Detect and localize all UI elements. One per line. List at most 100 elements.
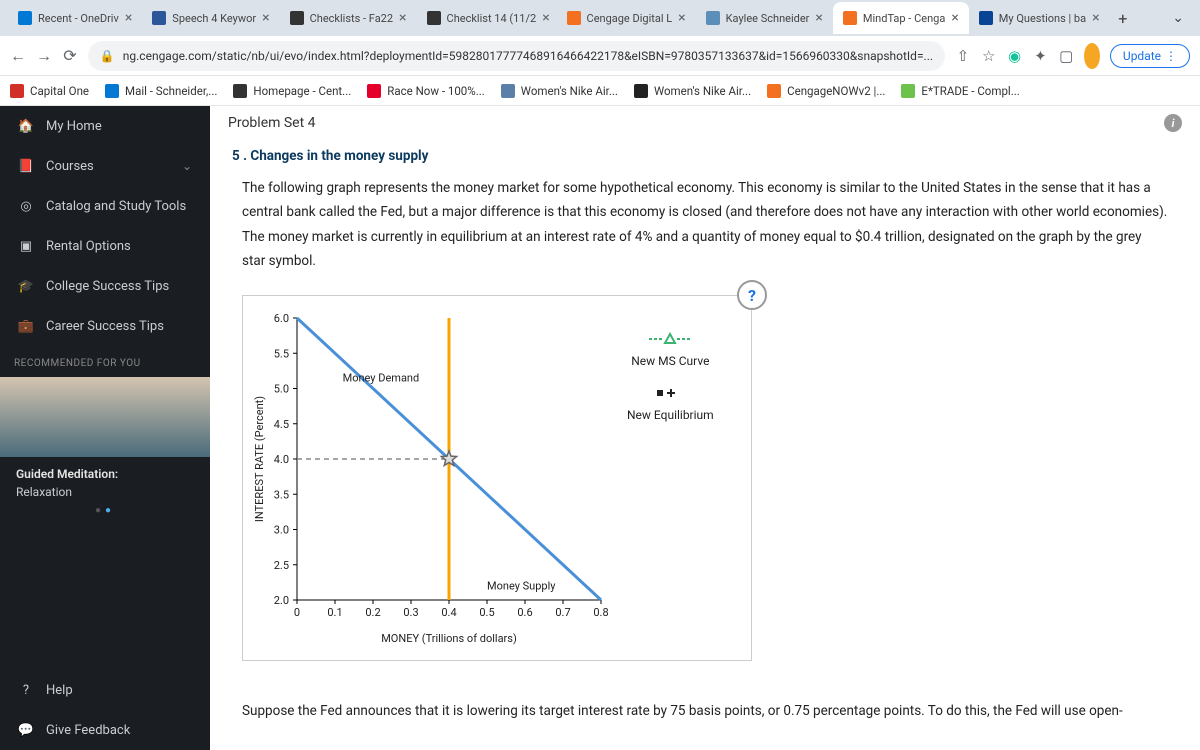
browser-tab-active[interactable]: MindTap - Cenga×: [833, 2, 969, 34]
bookmark-item[interactable]: Homepage - Cent...: [233, 84, 351, 98]
close-icon[interactable]: ×: [399, 10, 406, 26]
app-container: 🏠My Home 📕Courses⌄ ◎Catalog and Study To…: [0, 106, 1200, 750]
svg-text:3.0: 3.0: [274, 524, 289, 537]
bookmark-item[interactable]: Women's Nike Air...: [634, 84, 751, 98]
svg-text:INTEREST RATE (Percent): INTEREST RATE (Percent): [253, 396, 266, 522]
svg-text:0.2: 0.2: [365, 606, 380, 619]
question-body: The following graph represents the money…: [210, 176, 1200, 273]
svg-text:0.6: 0.6: [517, 606, 532, 619]
update-button[interactable]: Update⋮: [1110, 44, 1190, 68]
svg-text:0.8: 0.8: [593, 606, 608, 619]
svg-text:4.0: 4.0: [274, 453, 289, 466]
browser-tab[interactable]: Recent - OneDriv×: [8, 2, 142, 34]
bookmark-item[interactable]: Women's Nike Air...: [501, 84, 618, 98]
browser-tab[interactable]: My Questions | ba×: [969, 2, 1109, 34]
content-header: Problem Set 4 i: [210, 106, 1200, 142]
close-icon[interactable]: ×: [678, 10, 685, 26]
bookmark-bar: Capital One Mail - Schneider,... Homepag…: [0, 76, 1200, 106]
close-icon[interactable]: ×: [951, 10, 958, 26]
new-tab-button[interactable]: +: [1109, 4, 1137, 32]
svg-text:3.5: 3.5: [274, 488, 289, 501]
reload-button[interactable]: ⟳: [62, 43, 78, 69]
bookmark-item[interactable]: Mail - Schneider,...: [105, 84, 217, 98]
sidebar-item-feedback[interactable]: 💬Give Feedback: [0, 710, 210, 750]
extension-icon[interactable]: ✦: [1032, 43, 1048, 69]
url-bar[interactable]: 🔒 ng.cengage.com/static/nb/ui/evo/index.…: [88, 41, 945, 71]
close-icon[interactable]: ×: [542, 10, 549, 26]
browser-toolbar: ← → ⟳ 🔒 ng.cengage.com/static/nb/ui/evo/…: [0, 36, 1200, 76]
svg-text:0: 0: [294, 606, 300, 619]
close-icon[interactable]: ×: [125, 10, 132, 26]
feedback-icon: 💬: [18, 722, 34, 738]
carousel-dots[interactable]: ●●: [0, 499, 210, 522]
svg-text:0.4: 0.4: [441, 606, 456, 619]
tab-overflow-icon[interactable]: ⌄: [1164, 10, 1192, 26]
browser-tab-strip: Recent - OneDriv× Speech 4 Keywor× Check…: [0, 0, 1200, 36]
svg-text:0.5: 0.5: [479, 606, 494, 619]
home-icon: 🏠: [18, 118, 34, 134]
bookmark-item[interactable]: Capital One: [10, 84, 89, 98]
browser-tab[interactable]: Kaylee Schneider×: [696, 2, 833, 34]
legend-ms-curve[interactable]: New MS Curve: [627, 328, 714, 368]
chart-container: ? 2.02.53.03.54.04.55.05.56.000.10.20.30…: [242, 295, 752, 661]
svg-text:0.7: 0.7: [555, 606, 570, 619]
close-icon[interactable]: ×: [815, 10, 822, 26]
svg-text:5.5: 5.5: [274, 347, 289, 360]
book-icon: 📕: [18, 158, 34, 174]
back-button[interactable]: ←: [10, 43, 26, 69]
share-icon[interactable]: ⇧: [955, 43, 971, 69]
recommendation-subtitle: Relaxation: [0, 485, 210, 499]
svg-text:2.5: 2.5: [274, 559, 289, 572]
graduation-icon: 🎓: [18, 278, 34, 294]
svg-text:5.0: 5.0: [274, 383, 289, 396]
help-icon: ?: [18, 682, 34, 698]
sidebar-item-rental[interactable]: ▣Rental Options: [0, 226, 210, 266]
browser-tab[interactable]: Cengage Digital L×: [557, 2, 696, 34]
profile-icon[interactable]: [1084, 43, 1100, 69]
compass-icon: ◎: [18, 198, 34, 214]
recommendation-card[interactable]: Guided Meditation: Relaxation ●●: [0, 377, 210, 534]
sidebar-item-college-tips[interactable]: 🎓College Success Tips: [0, 266, 210, 306]
info-icon[interactable]: i: [1164, 114, 1182, 132]
sidebar-item-career-tips[interactable]: 💼Career Success Tips: [0, 306, 210, 346]
legend-equilibrium[interactable]: New Equilibrium: [627, 382, 714, 422]
recommendation-image: [0, 377, 210, 457]
main-content: Problem Set 4 i 5 . Changes in the money…: [210, 106, 1200, 750]
recommended-heading: RECOMMENDED FOR YOU: [0, 346, 210, 377]
bookmark-item[interactable]: CengageNOWv2 |...: [767, 84, 885, 98]
sidebar: 🏠My Home 📕Courses⌄ ◎Catalog and Study To…: [0, 106, 210, 750]
sidebar-item-courses[interactable]: 📕Courses⌄: [0, 146, 210, 186]
svg-text:4.5: 4.5: [274, 418, 289, 431]
problem-set-label: Problem Set 4: [228, 115, 316, 131]
grammarly-icon[interactable]: ◉: [1007, 43, 1023, 69]
forward-button[interactable]: →: [36, 43, 52, 69]
browser-tab[interactable]: Checklist 14 (11/2×: [417, 2, 557, 34]
url-text: ng.cengage.com/static/nb/ui/evo/index.ht…: [123, 49, 933, 63]
chart-help-button[interactable]: ?: [737, 280, 767, 310]
sidebar-item-help[interactable]: ?Help: [0, 670, 210, 710]
bookmark-item[interactable]: E*TRADE - Compl...: [901, 84, 1019, 98]
lock-icon: 🔒: [100, 49, 115, 63]
svg-text:Money Demand: Money Demand: [343, 372, 420, 385]
browser-tab[interactable]: Checklists - Fa22×: [280, 2, 417, 34]
chevron-down-icon: ⌄: [182, 159, 192, 173]
question-continued: Suppose the Fed announces that it is low…: [210, 683, 1200, 723]
box-icon: ▣: [18, 238, 34, 254]
sidebar-item-catalog[interactable]: ◎Catalog and Study Tools: [0, 186, 210, 226]
recommendation-title: Guided Meditation:: [0, 457, 210, 485]
svg-text:Money Supply: Money Supply: [487, 580, 556, 593]
star-icon[interactable]: ☆: [981, 43, 997, 69]
question-title: 5 . Changes in the money supply: [210, 142, 1200, 176]
svg-text:6.0: 6.0: [274, 312, 289, 325]
reader-icon[interactable]: ▢: [1058, 43, 1074, 69]
svg-text:MONEY (Trillions of dollars): MONEY (Trillions of dollars): [381, 632, 517, 645]
bookmark-item[interactable]: Race Now - 100%...: [367, 84, 485, 98]
close-icon[interactable]: ×: [1092, 10, 1099, 26]
chart-plot-area[interactable]: 2.02.53.03.54.04.55.05.56.000.10.20.30.4…: [251, 308, 611, 652]
briefcase-icon: 💼: [18, 318, 34, 334]
svg-text:0.1: 0.1: [327, 606, 342, 619]
browser-tab[interactable]: Speech 4 Keywor×: [142, 2, 279, 34]
sidebar-item-home[interactable]: 🏠My Home: [0, 106, 210, 146]
svg-text:0.3: 0.3: [403, 606, 418, 619]
close-icon[interactable]: ×: [262, 10, 269, 26]
